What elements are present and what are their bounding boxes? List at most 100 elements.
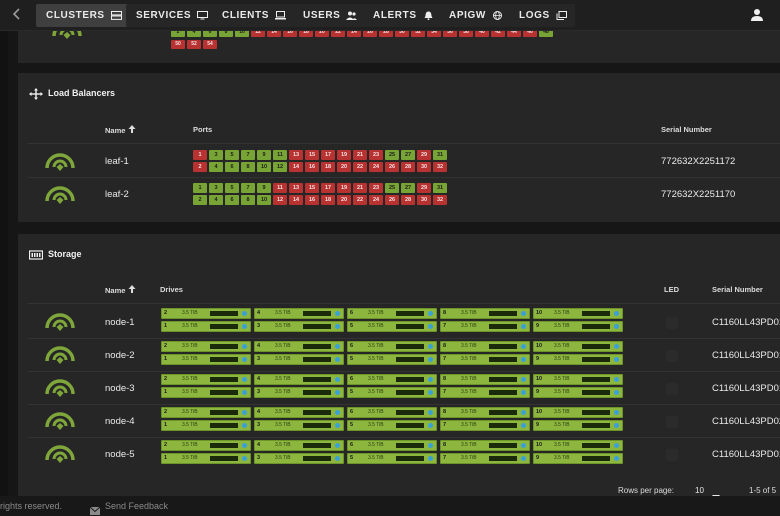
storage-node-name[interactable]: node-1 [105,317,135,328]
drive-slot[interactable]: 10 3.5 TiB [533,374,623,385]
port-21[interactable]: 21 [353,150,367,160]
port-11[interactable]: 11 [273,183,287,193]
drive-slot[interactable]: 6 3.5 TiB [347,374,437,385]
drive-slot[interactable]: 9 3.5 TiB [533,321,623,332]
port-22[interactable]: 22 [331,31,345,37]
port-26[interactable]: 26 [385,162,399,172]
drive-slot[interactable]: 8 3.5 TiB [440,341,530,352]
drive-slot[interactable]: 7 3.5 TiB [440,453,530,464]
port-11[interactable]: 11 [273,150,287,160]
port-28[interactable]: 28 [401,162,415,172]
port-34[interactable]: 34 [427,31,441,37]
drive-slot[interactable]: 4 3.5 TiB [254,407,344,418]
port-14[interactable]: 14 [289,162,303,172]
port-27[interactable]: 27 [401,150,415,160]
storage-node-name[interactable]: node-5 [105,449,135,460]
drive-slot[interactable]: 1 3.5 TiB [161,420,251,431]
port-30[interactable]: 30 [395,31,409,37]
tab-clusters[interactable]: CLUSTERS [36,4,130,27]
caret-down-icon[interactable] [712,488,720,496]
port-13[interactable]: 13 [289,150,303,160]
port-14[interactable]: 14 [267,31,281,37]
port-10[interactable]: 10 [257,162,271,172]
port-29[interactable]: 29 [417,183,431,193]
port-12[interactable]: 12 [273,195,287,205]
port-24[interactable]: 24 [369,162,383,172]
port-16[interactable]: 16 [283,31,297,37]
port-5[interactable]: 5 [225,183,239,193]
drive-slot[interactable]: 8 3.5 TiB [440,308,530,319]
drive-slot[interactable]: 4 3.5 TiB [254,440,344,451]
drive-slot[interactable]: 2 3.5 TiB [161,407,251,418]
drive-slot[interactable]: 6 3.5 TiB [347,407,437,418]
drive-slot[interactable]: 3 3.5 TiB [254,420,344,431]
drive-slot[interactable]: 10 3.5 TiB [533,308,623,319]
port-10[interactable]: 10 [235,31,249,37]
tab-services[interactable]: SERVICES [126,4,217,27]
port-10[interactable]: 10 [257,195,271,205]
drive-slot[interactable]: 4 3.5 TiB [254,374,344,385]
tab-logs[interactable]: LOGS [509,4,575,27]
drive-slot[interactable]: 9 3.5 TiB [533,420,623,431]
drive-slot[interactable]: 1 3.5 TiB [161,453,251,464]
port-20[interactable]: 20 [337,195,351,205]
port-22[interactable]: 22 [353,162,367,172]
drive-slot[interactable]: 7 3.5 TiB [440,321,530,332]
tab-users[interactable]: USERS [293,4,366,27]
port-30[interactable]: 30 [417,195,431,205]
storage-node-name[interactable]: node-2 [105,350,135,361]
port-8[interactable]: 8 [241,162,255,172]
port-3[interactable]: 3 [209,150,223,160]
drive-slot[interactable]: 8 3.5 TiB [440,407,530,418]
port-26[interactable]: 26 [363,31,377,37]
led-toggle[interactable] [666,317,678,329]
port-16[interactable]: 16 [305,195,319,205]
port-40[interactable]: 40 [475,31,489,37]
port-15[interactable]: 15 [305,183,319,193]
port-25[interactable]: 25 [385,150,399,160]
port-25[interactable]: 25 [385,183,399,193]
drive-slot[interactable]: 3 3.5 TiB [254,321,344,332]
drive-slot[interactable]: 7 3.5 TiB [440,387,530,398]
drive-slot[interactable]: 2 3.5 TiB [161,440,251,451]
drive-slot[interactable]: 2 3.5 TiB [161,308,251,319]
port-22[interactable]: 22 [353,195,367,205]
port-9[interactable]: 9 [257,150,271,160]
led-toggle[interactable] [666,449,678,461]
port-8[interactable]: 8 [241,195,255,205]
led-toggle[interactable] [666,350,678,362]
port-44[interactable]: 44 [507,31,521,37]
drive-slot[interactable]: 1 3.5 TiB [161,354,251,365]
port-29[interactable]: 29 [417,150,431,160]
rows-per-page-select[interactable]: 10 [695,486,704,495]
drive-slot[interactable]: 9 3.5 TiB [533,453,623,464]
load-balancer-name[interactable]: leaf-2 [105,189,129,200]
port-32[interactable]: 32 [433,162,447,172]
drive-slot[interactable]: 2 3.5 TiB [161,374,251,385]
port-6[interactable]: 6 [225,162,239,172]
port-17[interactable]: 17 [321,150,335,160]
port-9[interactable]: 9 [257,183,271,193]
storage-node-name[interactable]: node-3 [105,383,135,394]
mail-icon[interactable] [89,502,101,515]
account-icon[interactable] [750,8,764,22]
port-42[interactable]: 42 [491,31,505,37]
drive-slot[interactable]: 4 3.5 TiB [254,308,344,319]
port-17[interactable]: 17 [321,183,335,193]
drive-slot[interactable]: 3 3.5 TiB [254,354,344,365]
drive-slot[interactable]: 5 3.5 TiB [347,354,437,365]
port-15[interactable]: 15 [305,150,319,160]
drive-slot[interactable]: 8 3.5 TiB [440,440,530,451]
drive-slot[interactable]: 8 3.5 TiB [440,374,530,385]
port-4[interactable]: 4 [209,195,223,205]
port-32[interactable]: 32 [433,195,447,205]
port-1[interactable]: 1 [193,150,207,160]
drive-slot[interactable]: 6 3.5 TiB [347,308,437,319]
port-14[interactable]: 14 [289,195,303,205]
drive-slot[interactable]: 2 3.5 TiB [161,341,251,352]
port-12[interactable]: 12 [251,31,265,37]
storage-node-name[interactable]: node-4 [105,416,135,427]
drive-slot[interactable]: 3 3.5 TiB [254,387,344,398]
port-20[interactable]: 20 [315,31,329,37]
port-13[interactable]: 13 [289,183,303,193]
